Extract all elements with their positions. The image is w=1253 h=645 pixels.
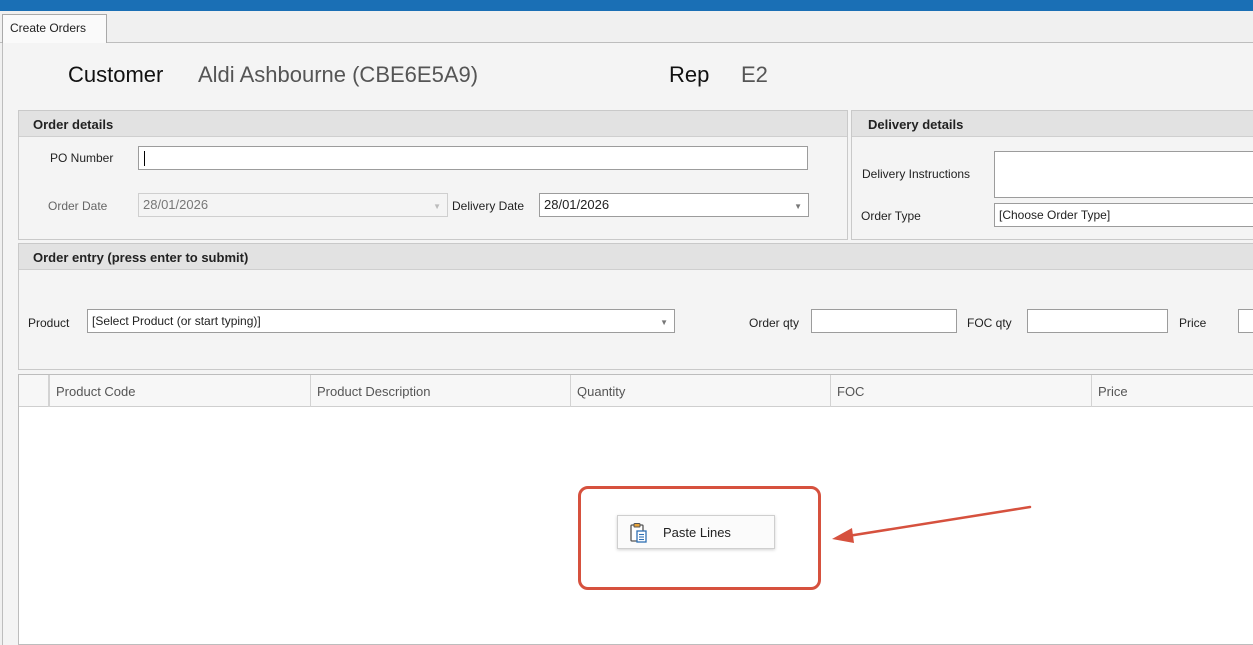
- column-header-product-description[interactable]: Product Description: [310, 375, 570, 407]
- rep-label: Rep: [669, 62, 710, 87]
- product-select[interactable]: [Select Product (or start typing)] ▼: [87, 309, 675, 333]
- order-details-group: Order details: [18, 110, 848, 240]
- annotation-arrow: [832, 505, 1032, 543]
- grid-header: Product Code Product Description Quantit…: [19, 375, 1253, 407]
- foc-qty-label: FOC qty: [967, 316, 1012, 330]
- order-date-value: 28/01/2026: [143, 197, 209, 212]
- order-entry-group: Order entry (press enter to submit): [18, 243, 1253, 370]
- paste-lines-label: Paste Lines: [663, 525, 731, 540]
- column-header-product-code[interactable]: Product Code: [49, 375, 310, 407]
- paste-icon: [630, 523, 647, 543]
- foc-qty-input[interactable]: [1027, 309, 1168, 333]
- chevron-down-icon[interactable]: ▼: [660, 318, 668, 327]
- order-qty-input[interactable]: [811, 309, 957, 333]
- tab-strip: Create Orders: [0, 11, 1253, 44]
- customer-value: Aldi Ashbourne (CBE6E5A9): [198, 62, 479, 87]
- delivery-date-picker[interactable]: 28/01/2026 ▼: [539, 193, 809, 217]
- chevron-down-icon[interactable]: ▼: [794, 202, 802, 211]
- chevron-down-icon: ▼: [433, 202, 441, 211]
- po-number-input[interactable]: [138, 146, 808, 170]
- product-select-value: [Select Product (or start typing)]: [92, 314, 261, 328]
- order-qty-label: Order qty: [749, 316, 800, 330]
- rep-value: E2: [741, 62, 768, 87]
- order-type-value: [Choose Order Type]: [999, 208, 1111, 222]
- row-indicator-header: [19, 375, 49, 407]
- delivery-instructions-label: Delivery Instructions: [862, 167, 971, 181]
- text-cursor: [144, 151, 145, 166]
- delivery-instructions-input[interactable]: [994, 151, 1253, 198]
- window-title-bar: [0, 0, 1253, 11]
- order-details-title: Order details: [19, 111, 847, 137]
- column-header-price[interactable]: Price: [1091, 375, 1253, 407]
- order-date-label: Order Date: [48, 199, 108, 213]
- product-label: Product: [28, 316, 70, 330]
- customer-label: Customer: [68, 62, 164, 87]
- po-number-label: PO Number: [50, 151, 114, 165]
- tab-create-orders[interactable]: Create Orders: [2, 14, 107, 44]
- order-type-label: Order Type: [861, 209, 921, 223]
- order-date-picker: 28/01/2026 ▼: [138, 193, 448, 217]
- delivery-date-value: 28/01/2026: [544, 197, 610, 212]
- column-header-foc[interactable]: FOC: [830, 375, 1091, 407]
- column-header-quantity[interactable]: Quantity: [570, 375, 830, 407]
- price-label: Price: [1179, 316, 1207, 330]
- delivery-date-label: Delivery Date: [452, 199, 525, 213]
- order-type-select[interactable]: [Choose Order Type]: [994, 203, 1253, 227]
- price-input[interactable]: [1238, 309, 1253, 333]
- paste-lines-menu-item[interactable]: Paste Lines: [618, 516, 776, 550]
- delivery-details-title: Delivery details: [852, 111, 1253, 137]
- context-menu: Paste Lines: [617, 515, 775, 549]
- order-entry-title: Order entry (press enter to submit): [19, 244, 1253, 270]
